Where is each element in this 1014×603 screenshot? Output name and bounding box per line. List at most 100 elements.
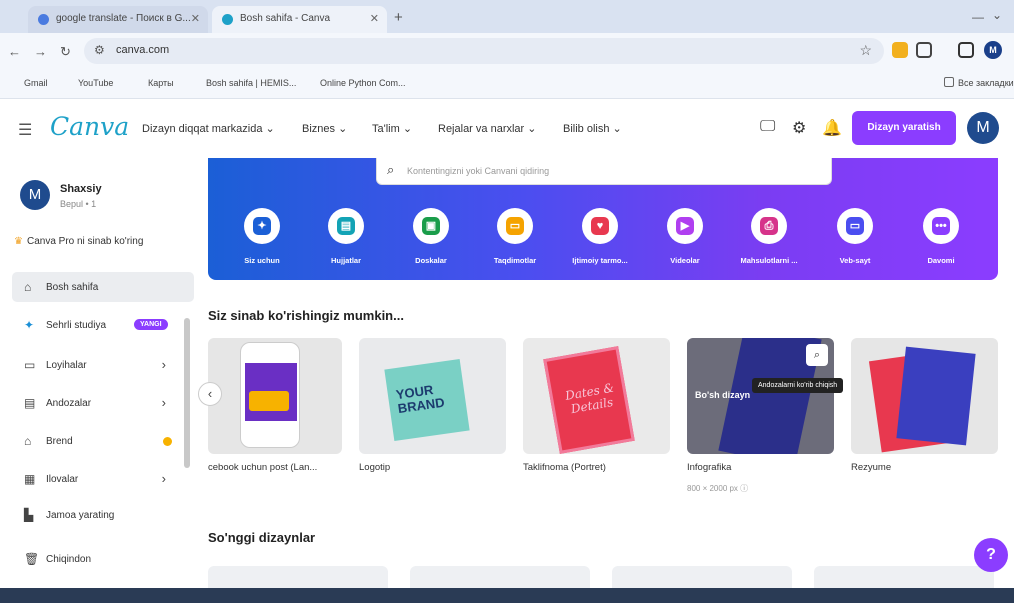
bookmark-gmail[interactable]: Gmail	[10, 77, 48, 88]
new-tab-button[interactable]: +	[394, 9, 403, 26]
canva-header: ☰ Canva Dizayn diqqat markazida ⌄ Biznes…	[0, 100, 1014, 158]
presentation-icon: ▭	[506, 217, 524, 235]
back-icon[interactable]: ←	[8, 44, 21, 59]
hemis-icon	[192, 77, 202, 87]
apps-icon: ▦	[24, 472, 36, 486]
account-avatar[interactable]: M	[20, 180, 50, 210]
canva-logo[interactable]: Canva	[50, 112, 129, 141]
close-icon[interactable]: ✕	[191, 12, 200, 25]
recent-design-card[interactable]	[208, 566, 388, 588]
invitation-card-text: Dates & Details	[564, 380, 616, 417]
google-favicon-icon	[38, 14, 49, 25]
nav-design-spotlight[interactable]: Dizayn diqqat markazida ⌄	[142, 122, 275, 135]
template-card-logo[interactable]: YOUR BRAND	[359, 338, 506, 454]
magic-icon: ✦	[24, 318, 35, 332]
os-taskbar	[0, 588, 1014, 603]
forward-icon[interactable]: →	[34, 44, 47, 59]
carousel-prev-button[interactable]: ‹	[198, 382, 222, 406]
help-button[interactable]: ?	[974, 538, 1008, 572]
settings-gear-icon[interactable]: ⚙	[792, 118, 806, 138]
browser-tab-bar: google translate - Поиск в G... ✕ Bosh s…	[0, 0, 1014, 33]
sidebar-item-templates[interactable]: ▤ Andozalar ›	[12, 388, 194, 418]
create-design-button[interactable]: Dizayn yaratish	[852, 111, 956, 145]
address-bar[interactable]: ⚙ canva.com ☆	[84, 38, 884, 64]
recent-design-card[interactable]	[612, 566, 792, 588]
category-website[interactable]: ▭ Veb-sayt	[815, 208, 895, 265]
canva-favicon-icon	[222, 14, 233, 25]
chevron-down-icon[interactable]: ⌄	[992, 8, 1002, 22]
nav-business[interactable]: Biznes ⌄	[302, 122, 347, 135]
sidebar-item-apps[interactable]: ▦ Ilovalar ›	[12, 464, 194, 494]
bookmark-star-icon[interactable]: ☆	[859, 42, 872, 59]
template-card-facebook-post[interactable]	[208, 338, 342, 454]
template-label[interactable]: cebook uchun post (Lan...	[208, 462, 317, 473]
category-products[interactable]: ⎙ Mahsulotlarni ...	[729, 208, 809, 265]
bookmark-hemis[interactable]: Bosh sahifa | HEMIS...	[192, 77, 296, 88]
category-for-you[interactable]: ✦ Siz uchun	[222, 208, 302, 265]
nav-pricing[interactable]: Rejalar va narxlar ⌄	[438, 122, 536, 135]
browser-tab-google[interactable]: google translate - Поиск в G... ✕	[28, 6, 208, 33]
site-settings-icon[interactable]: ⚙	[94, 43, 105, 57]
tab-label: google translate - Поиск в G...	[56, 13, 191, 24]
sidebar-item-team[interactable]: ▙ Jamoa yarating	[12, 500, 194, 530]
video-icon: ▶	[676, 217, 694, 235]
minimize-icon[interactable]: —	[972, 10, 984, 24]
reader-icon[interactable]	[916, 42, 932, 58]
template-label[interactable]: Rezyume	[851, 462, 891, 473]
team-icon: ▙	[24, 508, 34, 522]
sidebar-item-home[interactable]: ⌂ Bosh sahifa	[12, 272, 194, 302]
new-badge: YANGI	[134, 319, 168, 330]
home-icon: ⌂	[24, 280, 32, 294]
recent-design-card[interactable]	[410, 566, 590, 588]
chevron-right-icon: ›	[161, 357, 166, 372]
sidebar-scrollbar[interactable]	[184, 318, 190, 468]
all-bookmarks[interactable]: Все закладки	[944, 77, 1014, 88]
account-name[interactable]: Shaxsiy	[60, 183, 102, 195]
template-label[interactable]: Logotip	[359, 462, 390, 473]
bookmarks-bar: Gmail YouTube Карты Bosh sahifa | HEMIS.…	[0, 69, 1014, 99]
side-panel-icon[interactable]	[958, 42, 974, 58]
nav-education[interactable]: Ta'lim ⌄	[372, 122, 412, 135]
sidebar-item-projects[interactable]: ▭ Loyihalar ›	[12, 350, 194, 380]
bookmark-maps[interactable]: Карты	[134, 77, 174, 88]
user-avatar[interactable]: M	[967, 112, 999, 144]
desktop-app-icon[interactable]: 🖵	[760, 118, 775, 136]
extension-icon[interactable]	[892, 42, 908, 58]
section-title-recent: So'nggi dizaynlar	[208, 530, 316, 545]
template-label[interactable]: Taklifnoma (Portret)	[523, 462, 606, 473]
template-label[interactable]: Infografika	[687, 462, 731, 473]
notification-bell-icon[interactable]: 🔔	[822, 118, 842, 138]
template-card-invitation[interactable]: Dates & Details	[523, 338, 670, 454]
nav-learn[interactable]: Bilib olish ⌄	[563, 122, 622, 135]
menu-icon[interactable]: ☰	[18, 120, 32, 140]
try-pro-link[interactable]: ♛ Canva Pro ni sinab ko'ring	[14, 236, 143, 247]
sidebar-item-magic-studio[interactable]: ✦ Sehrli studiya YANGI	[12, 310, 194, 340]
reload-icon[interactable]: ↻	[60, 44, 71, 60]
phone-mockup	[240, 342, 300, 448]
search-input[interactable]: ⌕ Kontentingizni yoki Canvani qidiring	[376, 158, 832, 185]
category-whiteboards[interactable]: ▣ Doskalar	[391, 208, 471, 265]
bookmark-python[interactable]: Online Python Com...	[306, 77, 406, 88]
bookmark-youtube[interactable]: YouTube	[64, 77, 113, 88]
doc-icon: ▤	[337, 217, 355, 235]
heart-icon: ♥	[591, 217, 609, 235]
browser-profile-avatar[interactable]: M	[984, 41, 1002, 59]
template-size: 800 × 2000 px ⓘ	[687, 484, 749, 493]
info-icon[interactable]: ⓘ	[740, 484, 748, 493]
sidebar-item-trash[interactable]: 🗑 Chiqindon	[12, 544, 194, 574]
template-card-resume[interactable]	[851, 338, 998, 454]
category-docs[interactable]: ▤ Hujjatlar	[306, 208, 386, 265]
close-icon[interactable]: ✕	[370, 12, 379, 25]
category-presentations[interactable]: ▭ Taqdimotlar	[475, 208, 555, 265]
recent-design-card[interactable]	[814, 566, 994, 588]
sidebar-item-brand[interactable]: ⌂ Brend	[12, 426, 194, 456]
maps-icon	[134, 77, 144, 87]
category-more[interactable]: ••• Davomi	[901, 208, 981, 265]
magnify-icon[interactable]: ⌕	[806, 344, 828, 366]
section-title-try: Siz sinab ko'rishingiz mumkin...	[208, 308, 404, 323]
printer-icon: ⎙	[760, 217, 778, 235]
browser-tab-canva[interactable]: Bosh sahifa - Canva ✕	[212, 6, 387, 33]
tab-label: Bosh sahifa - Canva	[240, 13, 331, 24]
category-social[interactable]: ♥ Ijtimoiy tarmo...	[560, 208, 640, 265]
category-videos[interactable]: ▶ Videolar	[645, 208, 725, 265]
